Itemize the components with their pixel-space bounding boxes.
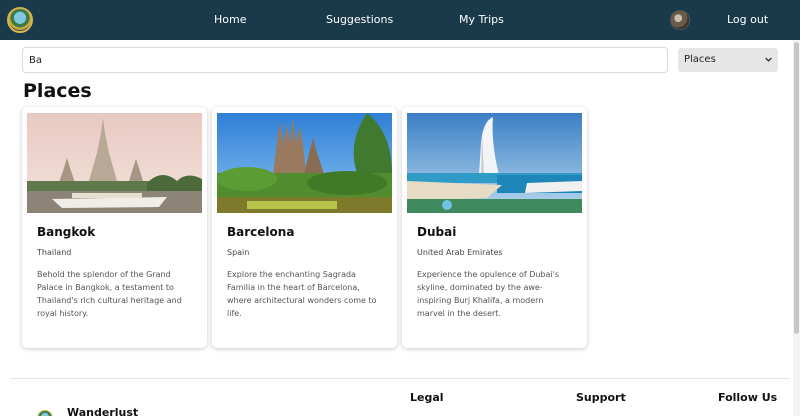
footer-logo-icon bbox=[37, 410, 53, 416]
wanderlust-logo-icon[interactable] bbox=[7, 7, 33, 33]
card-title: Dubai bbox=[417, 225, 457, 239]
card-country: Thailand bbox=[37, 248, 72, 257]
user-avatar-icon[interactable] bbox=[670, 10, 690, 30]
temple-riverside-photo bbox=[27, 113, 202, 213]
section-title: Places bbox=[23, 80, 92, 102]
logout-button[interactable]: Log out bbox=[727, 0, 768, 40]
card-description: Explore the enchanting Sagrada Familia i… bbox=[227, 270, 377, 318]
card-description: Behold the splendor of the Grand Palace … bbox=[37, 270, 182, 318]
footer-legal-heading: Legal bbox=[410, 391, 444, 404]
nav-home-link[interactable]: Home bbox=[214, 0, 246, 40]
category-select-value: Places bbox=[684, 54, 716, 65]
card-country: Spain bbox=[227, 248, 250, 257]
footer-support-heading: Support bbox=[576, 391, 626, 404]
basilica-park-photo bbox=[217, 113, 392, 213]
card-description: Experience the opulence of Dubai's skyli… bbox=[417, 270, 560, 318]
place-card-barcelona[interactable]: Barcelona Spain Explore the enchanting S… bbox=[212, 107, 397, 348]
place-card-dubai[interactable]: Dubai United Arab Emirates Experience th… bbox=[402, 107, 587, 348]
category-select[interactable]: Places bbox=[678, 48, 778, 72]
place-card-bangkok[interactable]: Bangkok Thailand Behold the splendor of … bbox=[22, 107, 207, 348]
chevron-down-icon bbox=[765, 57, 772, 62]
card-country: United Arab Emirates bbox=[417, 248, 503, 257]
page-scrollbar[interactable] bbox=[793, 40, 800, 416]
footer-follow-heading: Follow Us bbox=[718, 391, 778, 404]
sail-hotel-beach-photo bbox=[407, 113, 582, 213]
nav-suggestions-link[interactable]: Suggestions bbox=[326, 0, 393, 40]
footer-brand: Wanderlust bbox=[67, 406, 139, 416]
scrollbar-thumb[interactable] bbox=[794, 42, 799, 334]
card-title: Bangkok bbox=[37, 225, 96, 239]
search-input[interactable] bbox=[22, 47, 668, 73]
top-navbar: Home Suggestions My Trips Log out bbox=[0, 0, 800, 40]
footer-divider bbox=[10, 378, 790, 379]
card-title: Barcelona bbox=[227, 225, 295, 239]
nav-my-trips-link[interactable]: My Trips bbox=[459, 0, 504, 40]
